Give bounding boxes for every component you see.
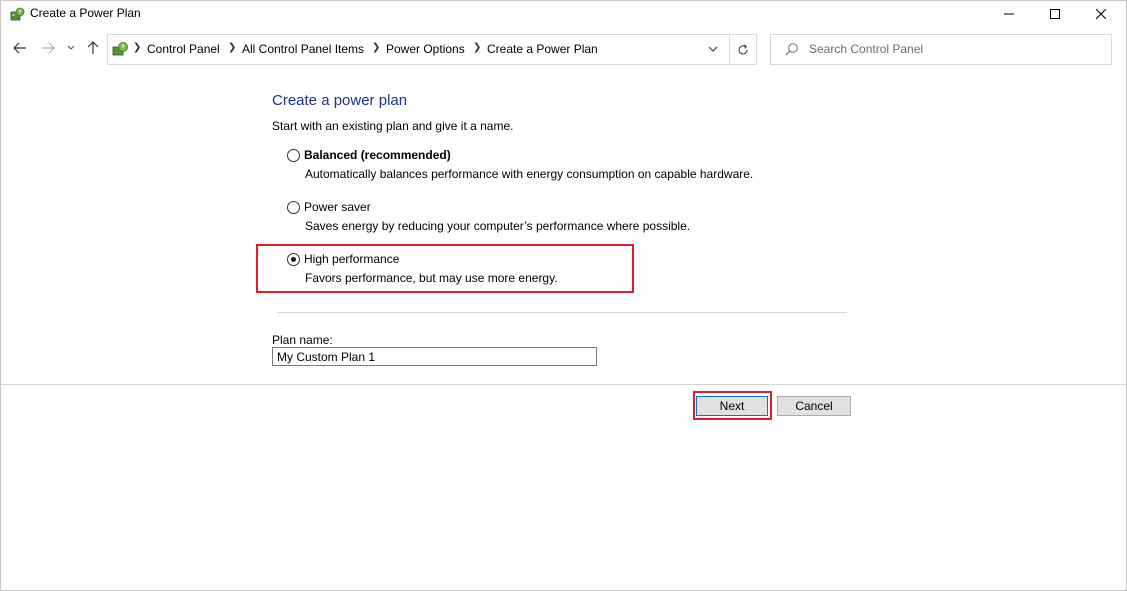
option-label[interactable]: Balanced (recommended) bbox=[304, 148, 451, 162]
back-button[interactable] bbox=[10, 37, 30, 59]
close-icon bbox=[1096, 9, 1106, 19]
address-bar[interactable]: ❯ Control Panel ❯ All Control Panel Item… bbox=[107, 34, 730, 65]
cancel-button[interactable]: Cancel bbox=[777, 396, 851, 416]
power-options-icon bbox=[9, 6, 25, 22]
window: Create a Power Plan ❯ Control Panel ❯ Al… bbox=[0, 0, 1127, 591]
option-description: Automatically balances performance with … bbox=[305, 167, 754, 181]
arrow-up-icon bbox=[87, 41, 99, 54]
maximize-button[interactable] bbox=[1032, 1, 1078, 27]
divider bbox=[277, 312, 847, 313]
breadcrumb-all-control-panel-items[interactable]: All Control Panel Items bbox=[242, 42, 364, 56]
maximize-icon bbox=[1050, 9, 1060, 19]
plan-name-label: Plan name: bbox=[272, 333, 333, 347]
window-title: Create a Power Plan bbox=[30, 6, 141, 20]
navigation-bar: ❯ Control Panel ❯ All Control Panel Item… bbox=[1, 31, 1126, 65]
radio-balanced[interactable] bbox=[287, 149, 300, 162]
address-history-button[interactable] bbox=[703, 39, 723, 59]
refresh-button[interactable] bbox=[730, 34, 757, 65]
chevron-down-icon bbox=[708, 46, 718, 52]
minimize-icon bbox=[1004, 13, 1014, 15]
search-box[interactable] bbox=[770, 34, 1112, 65]
highlight-annotation bbox=[256, 244, 634, 293]
breadcrumb-create-a-power-plan[interactable]: Create a Power Plan bbox=[487, 42, 598, 56]
title-bar: Create a Power Plan bbox=[1, 1, 1126, 27]
close-button[interactable] bbox=[1078, 1, 1124, 27]
minimize-button[interactable] bbox=[986, 1, 1032, 27]
option-label[interactable]: Power saver bbox=[304, 200, 371, 214]
option-description: Saves energy by reducing your computer’s… bbox=[305, 219, 691, 233]
breadcrumb-separator[interactable]: ❯ bbox=[228, 42, 236, 53]
highlight-annotation bbox=[693, 391, 772, 420]
refresh-icon bbox=[738, 44, 748, 54]
recent-locations-button[interactable] bbox=[63, 37, 79, 59]
intro-text: Start with an existing plan and give it … bbox=[272, 119, 514, 133]
breadcrumb-separator[interactable]: ❯ bbox=[372, 42, 380, 53]
control-panel-icon bbox=[111, 41, 129, 57]
breadcrumb-power-options[interactable]: Power Options bbox=[386, 42, 465, 56]
page-title: Create a power plan bbox=[272, 92, 408, 109]
arrow-left-icon bbox=[13, 42, 26, 54]
plan-name-input[interactable] bbox=[272, 347, 597, 366]
chevron-down-icon bbox=[67, 45, 75, 50]
forward-button[interactable] bbox=[38, 37, 58, 59]
breadcrumb-separator[interactable]: ❯ bbox=[133, 42, 141, 53]
arrow-right-icon bbox=[42, 42, 55, 54]
breadcrumb-separator[interactable]: ❯ bbox=[473, 42, 481, 53]
search-input[interactable] bbox=[809, 41, 1099, 57]
up-button[interactable] bbox=[83, 37, 103, 59]
divider bbox=[1, 384, 1126, 385]
breadcrumb-control-panel[interactable]: Control Panel bbox=[147, 42, 220, 56]
radio-power-saver[interactable] bbox=[287, 201, 300, 214]
search-icon bbox=[785, 42, 799, 56]
